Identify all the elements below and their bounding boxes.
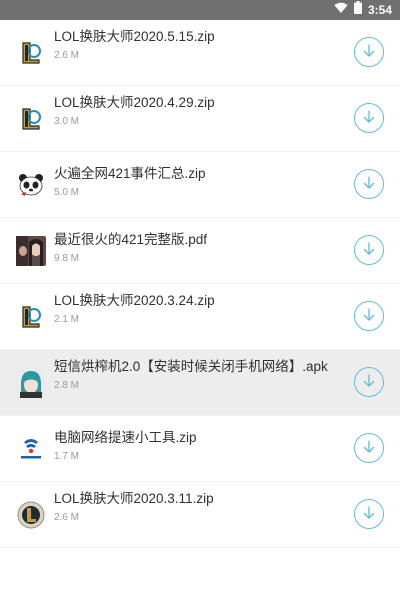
lol-logo-icon <box>16 104 46 134</box>
file-size: 3.0 M <box>54 116 80 127</box>
download-button[interactable] <box>354 499 384 529</box>
china-telecom-logo-icon <box>16 434 46 464</box>
list-item[interactable]: LOL换肤大师2020.3.24.zip 2.1 M <box>0 284 400 350</box>
battery-icon <box>353 1 362 19</box>
download-arrow-icon <box>362 241 376 259</box>
status-bar: 3:54 <box>0 0 400 20</box>
lol-logo-icon <box>16 38 46 68</box>
file-info: LOL换肤大师2020.3.11.zip 2.6 M <box>54 490 348 523</box>
file-info: 最近很火的421完整版.pdf 9.8 M <box>54 231 348 264</box>
file-name: LOL换肤大师2020.3.24.zip <box>54 293 215 308</box>
status-indicators: 3:54 <box>334 0 392 20</box>
download-button[interactable] <box>354 433 384 463</box>
file-name: LOL换肤大师2020.3.11.zip <box>54 491 214 506</box>
file-info: 短信烘榨机2.0【安装时候关闭手机网络】.apk 2.8 M <box>54 358 348 391</box>
anime-avatar-icon <box>16 368 46 398</box>
list-item[interactable]: 电脑网络提速小工具.zip 1.7 M <box>0 416 400 482</box>
file-name: LOL换肤大师2020.4.29.zip <box>54 95 215 110</box>
file-size: 2.1 M <box>54 314 80 325</box>
file-size: 2.6 M <box>54 50 80 61</box>
list-item[interactable]: LOL换肤大师2020.3.11.zip 2.6 M <box>0 482 400 548</box>
file-info: LOL换肤大师2020.4.29.zip 3.0 M <box>54 94 348 127</box>
download-arrow-icon <box>362 109 376 127</box>
list-item[interactable]: 最近很火的421完整版.pdf 9.8 M <box>0 218 400 284</box>
file-info: 电脑网络提速小工具.zip 1.7 M <box>54 429 348 462</box>
download-arrow-icon <box>362 373 376 391</box>
download-arrow-icon <box>362 439 376 457</box>
photo-thumbnail-icon <box>16 236 46 266</box>
list-item[interactable]: LOL换肤大师2020.4.29.zip 3.0 M <box>0 86 400 152</box>
list-item[interactable]: LOL换肤大师2020.5.15.zip 2.6 M <box>0 20 400 86</box>
panda-icon <box>16 170 46 200</box>
download-button[interactable] <box>354 169 384 199</box>
file-size: 2.8 M <box>54 380 80 391</box>
download-button[interactable] <box>354 235 384 265</box>
lol-logo-icon <box>16 302 46 332</box>
download-arrow-icon <box>362 505 376 523</box>
download-button[interactable] <box>354 37 384 67</box>
file-name: 火遍全网421事件汇总.zip <box>54 166 206 181</box>
list-item[interactable]: 短信烘榨机2.0【安装时候关闭手机网络】.apk 2.8 M <box>0 350 400 416</box>
file-size: 1.7 M <box>54 451 80 462</box>
file-size: 2.6 M <box>54 512 80 523</box>
download-arrow-icon <box>362 43 376 61</box>
lol-round-logo-icon <box>16 500 46 530</box>
status-time: 3:54 <box>367 3 392 17</box>
list-item[interactable]: 火遍全网421事件汇总.zip 5.0 M <box>0 152 400 218</box>
file-list: LOL换肤大师2020.5.25.zip2.6 MLOL换肤大师2020.5.1… <box>0 0 400 548</box>
download-button[interactable] <box>354 103 384 133</box>
file-name: 最近很火的421完整版.pdf <box>54 232 208 247</box>
file-info: LOL换肤大师2020.5.15.zip 2.6 M <box>54 28 348 61</box>
download-button[interactable] <box>354 367 384 397</box>
file-name: 短信烘榨机2.0【安装时候关闭手机网络】.apk <box>54 359 328 374</box>
wifi-icon <box>334 1 348 19</box>
file-name: 电脑网络提速小工具.zip <box>54 430 197 445</box>
file-size: 5.0 M <box>54 187 80 198</box>
file-name: LOL换肤大师2020.5.15.zip <box>54 29 215 44</box>
file-info: 火遍全网421事件汇总.zip 5.0 M <box>54 165 348 198</box>
download-button[interactable] <box>354 301 384 331</box>
download-arrow-icon <box>362 175 376 193</box>
download-arrow-icon <box>362 307 376 325</box>
file-info: LOL换肤大师2020.3.24.zip 2.1 M <box>54 292 348 325</box>
file-size: 9.8 M <box>54 253 80 264</box>
